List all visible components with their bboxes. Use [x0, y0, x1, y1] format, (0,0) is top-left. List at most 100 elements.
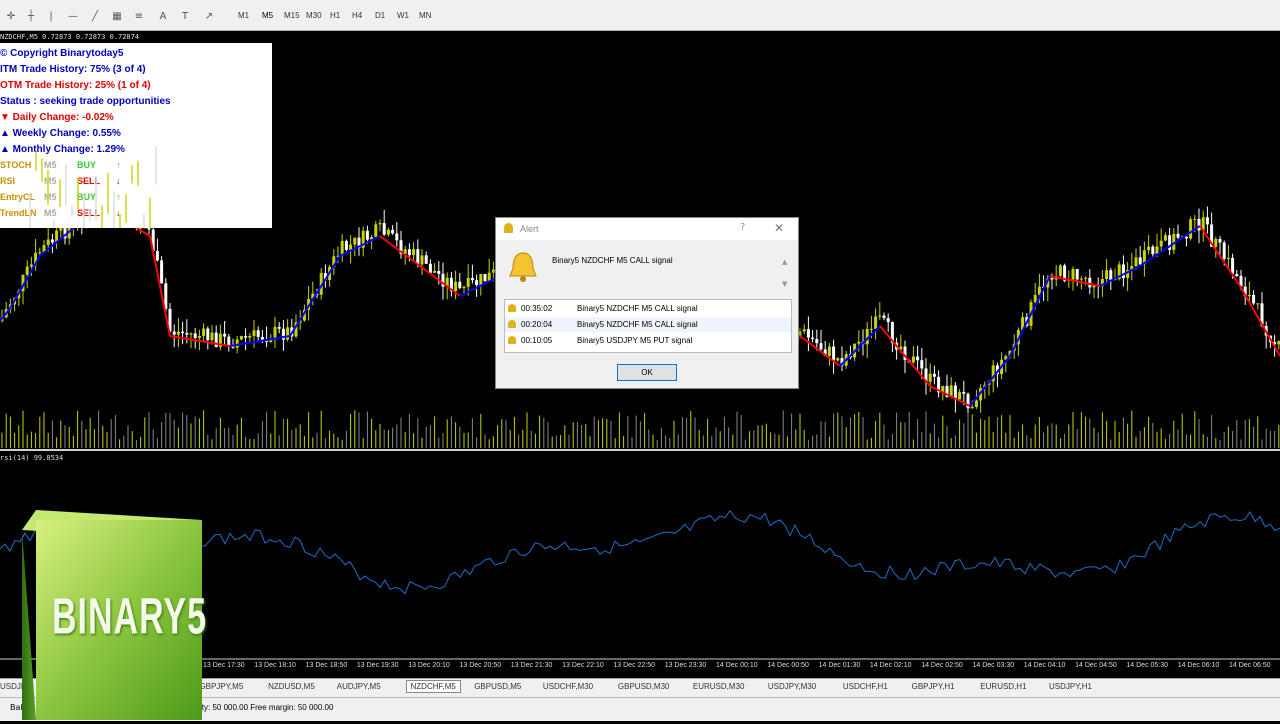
- chart-tab[interactable]: EURUSD,M30: [693, 682, 745, 691]
- horizontal-line-icon[interactable]: —: [66, 11, 80, 23]
- indicator-separator[interactable]: [0, 449, 1280, 451]
- x-axis-tick-label: 14 Dec 06:10: [1177, 662, 1220, 669]
- chart-tab[interactable]: GBPJPY,H1: [912, 682, 955, 691]
- alert-text: Binary5 NZDCHF M5 CALL signal: [577, 320, 698, 329]
- x-axis-tick-label: 14 Dec 00:10: [716, 662, 758, 669]
- chart-tab[interactable]: USDCHF,H1: [843, 682, 888, 691]
- signal-timeframe: M5: [44, 160, 57, 170]
- vertical-line-icon[interactable]: |: [44, 11, 58, 23]
- daily-change-line: ▼ Daily Change: -0.02%: [0, 112, 114, 123]
- x-axis-tick-label: 14 Dec 02:50: [921, 662, 963, 669]
- list-item[interactable]: 00:35:02 Binary5 NZDCHF M5 CALL signal: [505, 301, 791, 316]
- tf-m30[interactable]: M30: [306, 11, 322, 20]
- list-item[interactable]: 00:20:04 Binary5 NZDCHF M5 CALL signal: [505, 317, 791, 332]
- x-axis-tick-label: 14 Dec 04:50: [1075, 662, 1117, 669]
- bell-icon: [508, 336, 516, 344]
- alert-time: 00:10:05: [521, 336, 553, 345]
- arrows-icon[interactable]: ↗: [202, 11, 216, 23]
- crosshair-icon[interactable]: ✛: [4, 11, 18, 23]
- signal-timeframe: M5: [44, 208, 57, 218]
- tf-w1[interactable]: W1: [397, 11, 409, 20]
- tf-m5[interactable]: M5: [262, 11, 273, 20]
- bell-icon: [508, 304, 516, 312]
- alert-title: Alert: [520, 224, 539, 234]
- signal-name: STOCH: [0, 160, 32, 170]
- bell-icon: [504, 223, 513, 233]
- alert-titlebar[interactable]: Alert ? ✕: [496, 218, 798, 240]
- arrow-up-icon: ↑: [116, 160, 121, 170]
- trendline-icon[interactable]: ╱: [88, 11, 102, 23]
- alert-time: 00:20:04: [521, 320, 553, 329]
- status-line: Status : seeking trade opportunities: [0, 96, 171, 107]
- alert-text: Binary5 NZDCHF M5 CALL signal: [577, 304, 698, 313]
- cursor-icon[interactable]: ┼: [24, 11, 38, 23]
- x-axis-tick-label: 13 Dec 18:50: [305, 662, 348, 669]
- otm-history-line: OTM Trade History: 25% (1 of 4): [0, 80, 151, 91]
- tf-mn[interactable]: MN: [419, 11, 431, 20]
- x-axis-tick-label: 14 Dec 04:10: [1023, 662, 1066, 669]
- chart-tab[interactable]: GBPUSD,M30: [618, 682, 670, 691]
- tf-m1[interactable]: M1: [238, 11, 249, 20]
- x-axis-tick-label: 13 Dec 17:30: [203, 662, 245, 669]
- bell-icon: [508, 320, 516, 328]
- scroll-up-icon[interactable]: ▲: [782, 258, 787, 266]
- x-axis-tick-label: 13 Dec 20:50: [459, 662, 502, 669]
- alert-message: Binary5 NZDCHF M5 CALL signal: [552, 256, 673, 265]
- x-axis-tick-label: 14 Dec 05:30: [1126, 662, 1169, 669]
- balance-label: Bal: [10, 703, 23, 712]
- arrow-down-icon: ↓: [116, 208, 121, 218]
- x-axis-tick-label: 14 Dec 00:50: [767, 662, 809, 669]
- tf-h1[interactable]: H1: [330, 11, 340, 20]
- chart-tab[interactable]: USDJPY,M30: [768, 682, 816, 691]
- alert-text: Binary5 USDJPY M5 PUT signal: [577, 336, 693, 345]
- weekly-change-line: ▲ Weekly Change: 0.55%: [0, 128, 121, 139]
- binary5-product-box: BINARY5: [22, 510, 206, 720]
- list-item[interactable]: 00:10:05 Binary5 USDJPY M5 PUT signal: [505, 333, 791, 348]
- equity-margin-text: ity: 50 000.00 Free margin: 50 000.00: [200, 703, 334, 712]
- close-icon[interactable]: ✕: [774, 221, 784, 235]
- x-axis-tick-label: 13 Dec 22:10: [562, 662, 604, 669]
- chart-tab[interactable]: NZDCHF,M5: [405, 680, 461, 693]
- signal-timeframe: M5: [44, 192, 57, 202]
- label-icon[interactable]: T: [178, 11, 192, 23]
- indicator-label: rsi(14) 99.8534: [0, 454, 64, 462]
- large-bell-icon: [509, 252, 537, 282]
- text-icon[interactable]: A: [156, 11, 170, 23]
- chart-tab[interactable]: GBPJPY,M5: [199, 682, 243, 691]
- chart-tab[interactable]: GBPUSD,M5: [474, 682, 521, 691]
- channel-icon[interactable]: ▦: [110, 11, 124, 23]
- signal-value: BUY: [77, 192, 97, 202]
- signal-name: TrendLN: [0, 208, 37, 218]
- tf-h4[interactable]: H4: [352, 11, 362, 20]
- logo-text: BINARY5: [52, 588, 207, 646]
- x-axis-tick-label: 13 Dec 22:50: [613, 662, 656, 669]
- info-panel: © Copyright Binarytoday5 ITM Trade Histo…: [0, 43, 272, 228]
- arrow-up-icon: ↑: [116, 192, 121, 202]
- tf-d1[interactable]: D1: [375, 11, 385, 20]
- chart-tab[interactable]: USDJPY,H1: [1049, 682, 1092, 691]
- alert-history-list: 00:35:02 Binary5 NZDCHF M5 CALL signal 0…: [504, 299, 792, 353]
- x-axis-tick-label: 13 Dec 19:30: [356, 662, 399, 669]
- tf-m15[interactable]: M15: [284, 11, 300, 20]
- chart-tab[interactable]: EURUSD,H1: [980, 682, 1026, 691]
- help-icon[interactable]: ?: [740, 222, 745, 233]
- ok-button[interactable]: OK: [617, 364, 677, 381]
- chart-tab[interactable]: NZDUSD,M5: [268, 682, 315, 691]
- alert-dialog: Alert ? ✕ Binary5 NZDCHF M5 CALL signal …: [495, 217, 799, 389]
- x-axis-tick-label: 14 Dec 06:50: [1229, 662, 1271, 669]
- signal-value: SELL: [77, 208, 101, 218]
- x-axis-tick-label: 14 Dec 02:10: [869, 662, 912, 669]
- x-axis-tick-label: 13 Dec 23:30: [664, 662, 707, 669]
- chart-tab[interactable]: USDCHF,M30: [543, 682, 593, 691]
- x-axis-tick-label: 13 Dec 18:10: [254, 662, 296, 669]
- x-axis-tick-label: 13 Dec 20:10: [408, 662, 450, 669]
- x-axis-tick-label: 13 Dec 21:30: [510, 662, 553, 669]
- alert-time: 00:35:02: [521, 304, 553, 313]
- fibonacci-icon[interactable]: ≡: [132, 11, 146, 23]
- monthly-change-line: ▲ Monthly Change: 1.29%: [0, 144, 125, 155]
- arrow-down-icon: ↓: [116, 176, 121, 186]
- x-axis-tick-label: 14 Dec 01:30: [818, 662, 861, 669]
- x-axis-tick-label: 14 Dec 03:30: [972, 662, 1015, 669]
- scroll-down-icon[interactable]: ▼: [782, 280, 787, 288]
- chart-tab[interactable]: AUDJPY,M5: [337, 682, 381, 691]
